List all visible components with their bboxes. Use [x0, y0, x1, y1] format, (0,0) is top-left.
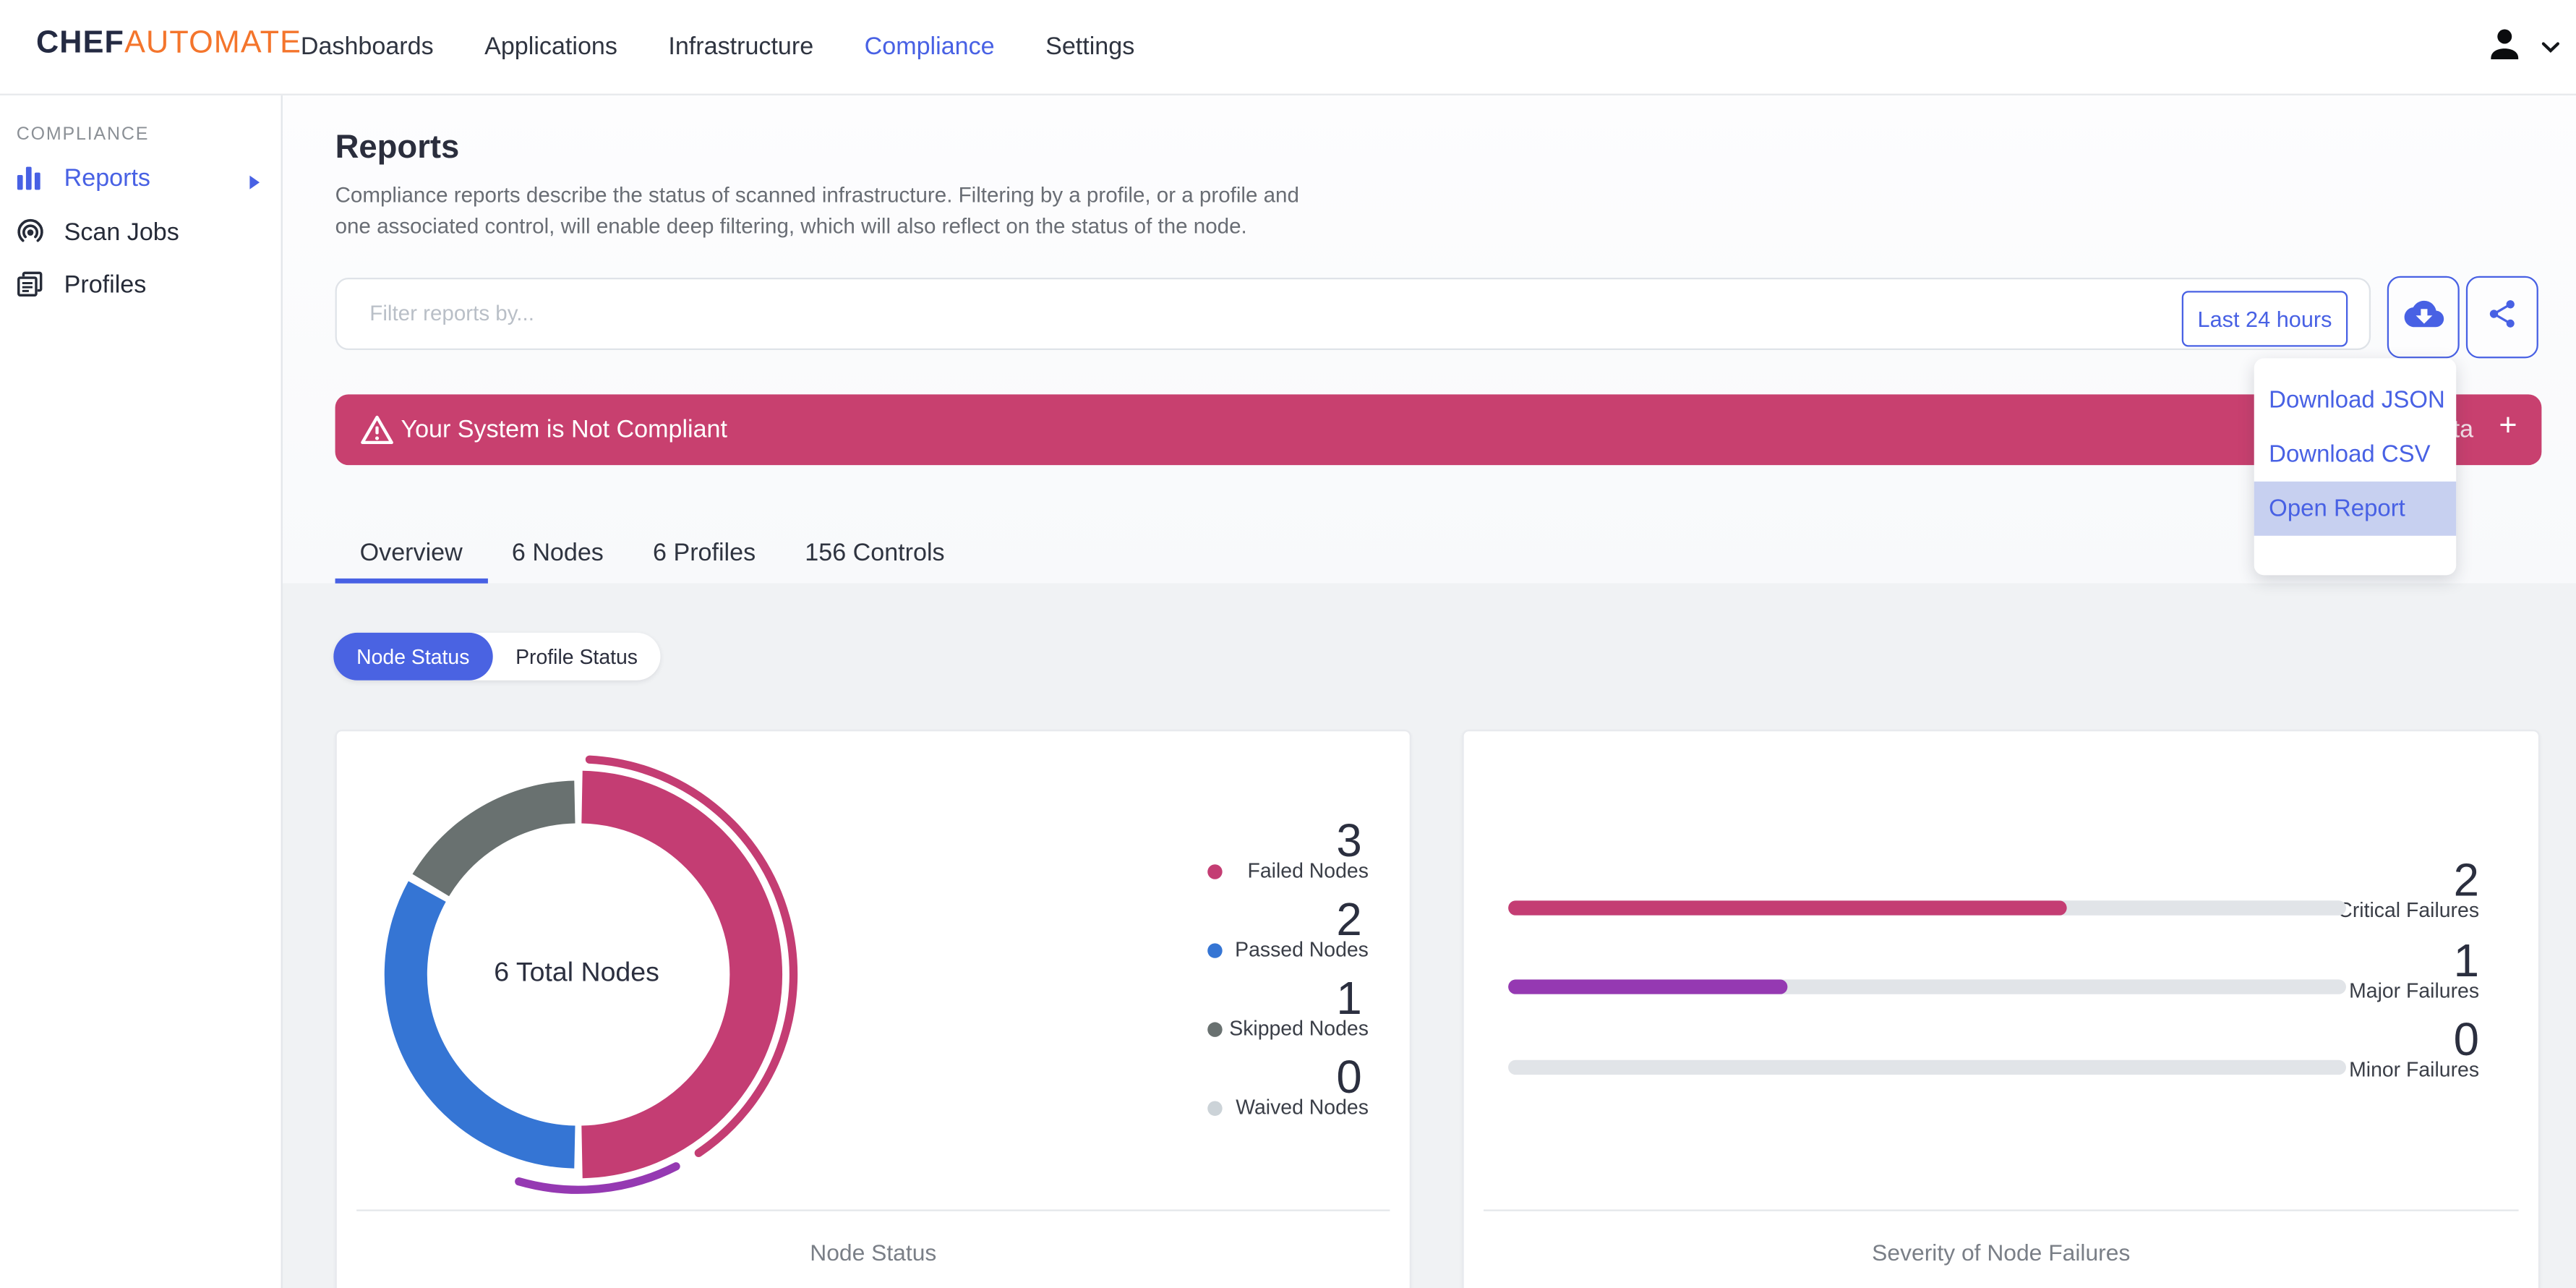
severity-bar-track [1508, 1059, 2346, 1075]
banner-expand-button[interactable]: + [2499, 409, 2517, 445]
tab-overview[interactable]: Overview [335, 523, 487, 584]
documents-icon [17, 270, 45, 299]
share-button[interactable] [2465, 276, 2538, 359]
severity-bar-fill-critical-failures [1508, 900, 2068, 915]
legend-label: Waived Nodes [1236, 1096, 1369, 1119]
menu-item-download-json[interactable]: Download JSON [2254, 373, 2457, 427]
time-range-button[interactable]: Last 24 hours [2181, 291, 2348, 347]
donut-segment-passed-nodes [384, 881, 575, 1169]
nav-items: Dashboards Applications Infrastructure Comp… [301, 0, 1134, 94]
legend-value: 3 [1336, 815, 1362, 866]
sidebar-item-reports[interactable]: Reports [0, 155, 281, 201]
caret-right-icon[interactable] [248, 169, 261, 199]
tab-156-controls[interactable]: 156 Controls [780, 523, 969, 584]
nav-item-compliance[interactable]: Compliance [865, 33, 995, 61]
legend-value: 0 [1336, 1052, 1362, 1103]
page-description-line-1: Compliance reports describe the status o… [335, 182, 1299, 208]
nav-item-infrastructure[interactable]: Infrastructure [668, 33, 813, 61]
node-status-card-title: Node Status [810, 1239, 937, 1266]
sidebar-item-profiles[interactable]: Profiles [0, 261, 281, 307]
banner-message: Your System is Not Compliant [401, 415, 727, 444]
legend-value: 1 [1336, 973, 1362, 1024]
donut-segment-skipped-nodes [412, 780, 576, 897]
toggle-profile-status[interactable]: Profile Status [492, 633, 661, 681]
warning-triangle-icon [360, 414, 395, 454]
top-navigation-bar: CHEFAUTOMATE Dashboards Applications Infra… [0, 0, 2576, 95]
severity-bar-track [1508, 900, 2346, 915]
sidebar-item-label: Scan Jobs [64, 218, 179, 246]
person-icon [2483, 20, 2527, 73]
logo-automate: AUTOMATE [124, 26, 302, 61]
node-status-card: 6 Total Nodes 3 Failed Nodes 2 Passed Nodes… [335, 729, 1411, 1288]
logo-chef: CHEF [35, 26, 125, 61]
legend-value: 2 [1336, 894, 1362, 945]
severity-bar-fill-major-failures [1508, 979, 1787, 994]
legend-label: Skipped Nodes [1229, 1017, 1369, 1041]
chevron-down-icon [2541, 32, 2559, 61]
sidebar-section-label: COMPLIANCE [16, 124, 150, 145]
nav-item-settings[interactable]: Settings [1045, 33, 1134, 61]
severity-card: 2 Critical Failures 1 Major Failures 0 Minor … [1462, 729, 2541, 1288]
menu-item-open-report[interactable]: Open Report [2254, 481, 2457, 536]
card-divider [356, 1209, 1390, 1211]
chef-automate-logo[interactable]: CHEFAUTOMATE [36, 26, 301, 62]
legend-label: Failed Nodes [1247, 859, 1369, 883]
tab-6-nodes[interactable]: 6 Nodes [487, 523, 628, 584]
nav-item-applications[interactable]: Applications [484, 33, 617, 61]
menu-item-download-csv[interactable]: Download CSV [2254, 427, 2457, 482]
download-dropdown-menu: Download JSON Download CSV Open Report [2254, 358, 2457, 576]
donut-center-label: 6 Total Nodes [494, 958, 659, 988]
sidebar-item-label: Profiles [64, 270, 147, 299]
report-tabs: Overview 6 Nodes 6 Profiles 156 Controls [335, 523, 970, 584]
filter-reports-field[interactable] [335, 278, 2371, 351]
not-compliant-banner: Your System is Not Compliant ta + [335, 394, 2542, 466]
nav-item-dashboards[interactable]: Dashboards [301, 33, 434, 61]
page-description: Compliance reports describe the status o… [335, 179, 1299, 242]
bar-chart-icon [17, 163, 45, 192]
severity-bar-track [1508, 979, 2346, 994]
legend-label: Passed Nodes [1235, 938, 1369, 962]
severity-value: 0 [2453, 1014, 2480, 1065]
share-icon [2486, 297, 2518, 338]
app-window: CHEFAUTOMATE Dashboards Applications Infra… [0, 0, 2576, 1288]
status-toggle: Node Status Profile Status [333, 632, 661, 681]
severity-value: 2 [2453, 854, 2480, 906]
page-title: Reports [335, 129, 460, 166]
toggle-node-status[interactable]: Node Status [333, 632, 493, 681]
sidebar-item-scan-jobs[interactable]: Scan Jobs [0, 209, 281, 255]
filter-reports-input[interactable] [366, 299, 1852, 328]
severity-card-title: Severity of Node Failures [1872, 1239, 2131, 1266]
card-divider [1483, 1209, 2519, 1211]
page-description-line-2: one associated control, will enable deep… [335, 213, 1247, 239]
sidebar-item-label: Reports [64, 163, 150, 192]
tab-6-profiles[interactable]: 6 Profiles [628, 523, 780, 584]
sidebar: COMPLIANCE Reports Scan Jobs Profiles [0, 93, 283, 1288]
severity-value: 1 [2453, 934, 2480, 986]
cloud-download-icon [2402, 297, 2444, 338]
radar-icon [17, 218, 45, 246]
download-button[interactable] [2387, 276, 2460, 359]
user-menu[interactable] [2483, 0, 2560, 94]
